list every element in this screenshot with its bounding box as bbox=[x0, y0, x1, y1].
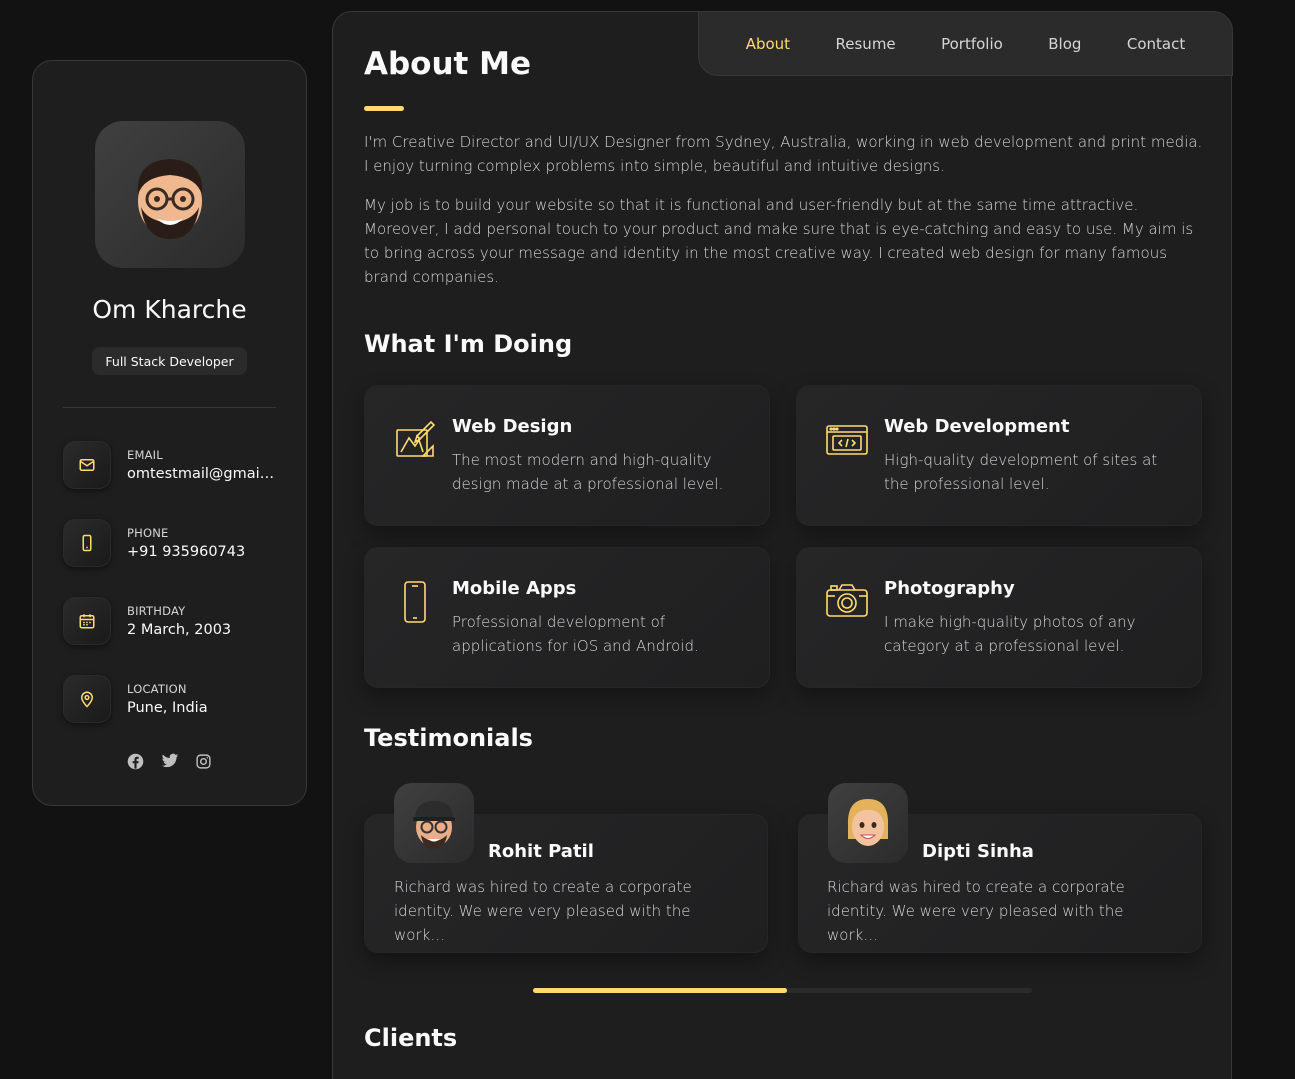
mail-icon bbox=[63, 441, 111, 489]
service-title: Web Design bbox=[452, 416, 573, 437]
services-heading: What I'm Doing bbox=[364, 330, 573, 358]
facebook-icon[interactable] bbox=[126, 751, 146, 771]
testimonial-text: Richard was hired to create a corporate … bbox=[827, 878, 1125, 944]
testimonials-scrollbar[interactable] bbox=[533, 988, 1032, 993]
mobile-icon bbox=[393, 580, 437, 624]
service-title: Photography bbox=[884, 578, 1015, 599]
page-title: About Me bbox=[364, 46, 532, 82]
memoji-woman-icon bbox=[847, 799, 889, 846]
profile-sidebar: Om Kharche Full Stack Developer Email om… bbox=[32, 60, 307, 806]
phone-link[interactable]: +91 935960743 bbox=[127, 544, 277, 560]
profile-title-badge: Full Stack Developer bbox=[92, 347, 247, 375]
contact-label: Location bbox=[127, 682, 187, 696]
separator bbox=[63, 407, 276, 408]
profile-avatar bbox=[95, 121, 245, 268]
service-text: Professional development of applications… bbox=[452, 613, 699, 655]
contact-birthday: Birthday 2 March, 2003 bbox=[63, 597, 283, 645]
contact-label: Birthday bbox=[127, 604, 186, 618]
location-value: Pune, India bbox=[127, 700, 208, 716]
service-title: Web Development bbox=[884, 416, 1070, 437]
clients-heading: Clients bbox=[364, 1024, 458, 1052]
contact-location: Location Pune, India bbox=[63, 675, 283, 723]
testimonial-name: Rohit Patil bbox=[488, 841, 594, 862]
social-links bbox=[33, 751, 306, 771]
testimonials-heading: Testimonials bbox=[364, 724, 533, 752]
service-card-web-design: Web Design The most modern and high-qual… bbox=[364, 385, 770, 526]
testimonial-avatar bbox=[394, 783, 474, 863]
nav-about[interactable]: About bbox=[746, 35, 790, 53]
top-navbar: About Resume Portfolio Blog Contact bbox=[698, 11, 1233, 76]
instagram-icon[interactable] bbox=[194, 751, 214, 771]
code-icon bbox=[825, 418, 869, 462]
service-card-web-development: Web Development High-quality development… bbox=[796, 385, 1202, 526]
birthday-value: 2 March, 2003 bbox=[127, 622, 232, 638]
profile-name: Om Kharche bbox=[92, 295, 247, 324]
camera-icon bbox=[825, 580, 869, 624]
calendar-icon bbox=[63, 597, 111, 645]
testimonial-name: Dipti Sinha bbox=[922, 841, 1034, 862]
contact-email: Email omtestmail@gmail.com bbox=[63, 441, 283, 489]
service-title: Mobile Apps bbox=[452, 578, 577, 599]
nav-blog[interactable]: Blog bbox=[1048, 35, 1081, 53]
scrollbar-thumb[interactable] bbox=[533, 988, 788, 993]
twitter-icon[interactable] bbox=[160, 751, 180, 771]
testimonial-avatar bbox=[828, 783, 908, 863]
memoji-cap-icon bbox=[413, 801, 455, 849]
main-content: About Resume Portfolio Blog Contact Abou… bbox=[332, 11, 1233, 1079]
contact-label: Phone bbox=[127, 526, 169, 540]
design-icon bbox=[393, 418, 437, 462]
service-card-mobile-apps: Mobile Apps Professional development of … bbox=[364, 547, 770, 688]
about-paragraph-1: I'm Creative Director and UI/UX Designer… bbox=[364, 133, 1203, 175]
location-pin-icon bbox=[63, 675, 111, 723]
nav-contact[interactable]: Contact bbox=[1127, 35, 1185, 53]
contact-phone: Phone +91 935960743 bbox=[63, 519, 283, 567]
nav-portfolio[interactable]: Portfolio bbox=[941, 35, 1003, 53]
title-underline bbox=[364, 106, 404, 111]
service-card-photography: Photography I make high-quality photos o… bbox=[796, 547, 1202, 688]
service-text: The most modern and high-quality design … bbox=[452, 451, 724, 493]
about-paragraph-2: My job is to build your website so that … bbox=[364, 196, 1194, 286]
phone-icon bbox=[63, 519, 111, 567]
email-link[interactable]: omtestmail@gmail.com bbox=[127, 466, 277, 482]
memoji-avatar-icon bbox=[137, 158, 203, 239]
contact-label: Email bbox=[127, 448, 163, 462]
nav-resume[interactable]: Resume bbox=[836, 35, 896, 53]
service-text: High-quality development of sites at the… bbox=[884, 451, 1158, 493]
service-text: I make high-quality photos of any catego… bbox=[884, 613, 1136, 655]
testimonial-text: Richard was hired to create a corporate … bbox=[394, 878, 692, 944]
